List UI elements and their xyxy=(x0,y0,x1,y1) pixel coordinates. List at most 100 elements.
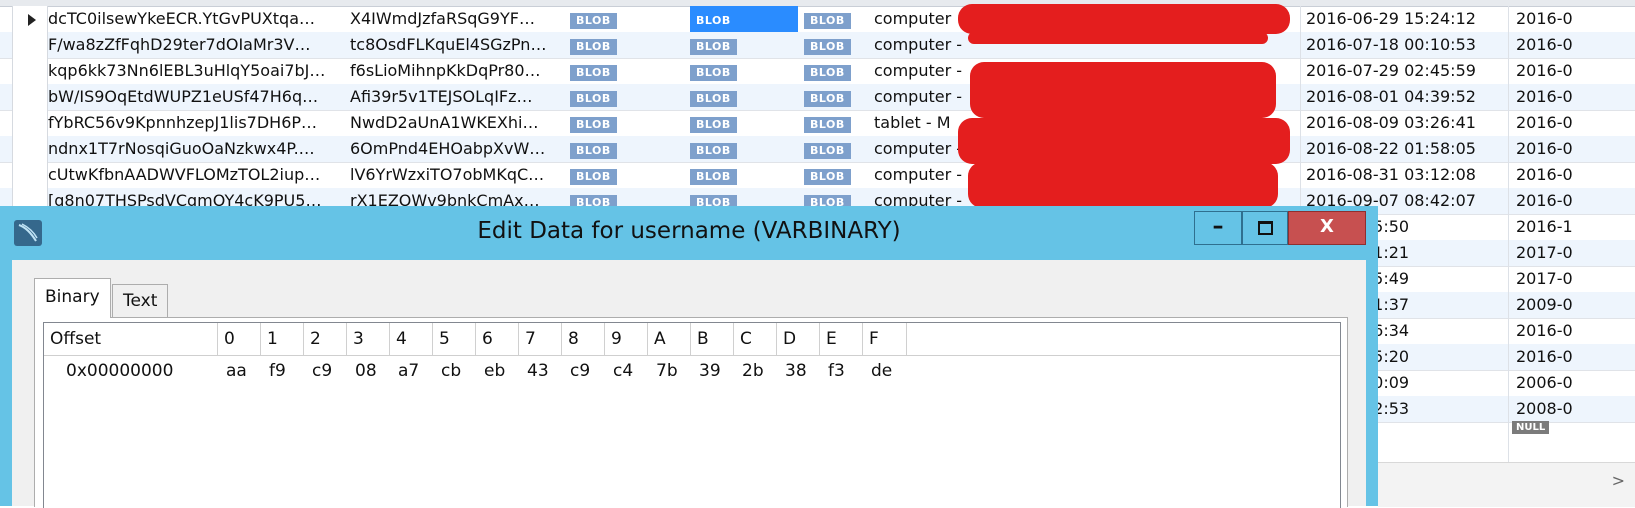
cell-date[interactable]: 2006-0 xyxy=(1516,370,1635,396)
row-indicator-cell[interactable] xyxy=(12,162,48,188)
table-row[interactable]: dcTC0ilsewYkeECR.YtGvPUXtqa… X4IWmdJzfaR… xyxy=(0,6,1635,33)
cell-date[interactable]: 2017-0 xyxy=(1516,266,1635,292)
row-indicator-cell[interactable] xyxy=(12,58,48,84)
blob-cell[interactable]: BLOB xyxy=(690,162,800,188)
cell-text[interactable]: Afi39r5v1TEJSOLqIFz… xyxy=(350,84,560,110)
table-row[interactable]: fYbRC56v9KpnnhzepJ1lis7DH6P… NwdD2aUnA1W… xyxy=(0,110,1635,137)
hex-byte[interactable]: 2b xyxy=(734,357,777,385)
cell-text[interactable]: NwdD2aUnA1WKEXhi… xyxy=(350,110,560,136)
cell-text[interactable]: dcTC0ilsewYkeECR.YtGvPUXtqa… xyxy=(48,6,338,32)
cell-date[interactable]: 2008-0 xyxy=(1516,396,1635,422)
blob-cell[interactable]: BLOB xyxy=(570,162,680,188)
hex-editor[interactable]: Offset 0 1 2 3 4 5 6 7 8 9 A B C D E F 0… xyxy=(43,322,1341,508)
cell-date[interactable]: 2016-07-29 02:45:59 xyxy=(1306,58,1506,84)
close-button[interactable]: X xyxy=(1288,211,1366,245)
hex-byte[interactable]: 7b xyxy=(648,357,691,385)
edit-data-dialog[interactable]: Edit Data for username (VARBINARY) – X B… xyxy=(0,206,1378,508)
cell-text[interactable]: kqp6kk73Nn6lEBL3uHlqY5oai7bJ… xyxy=(48,58,338,84)
blob-cell[interactable]: BLOB xyxy=(804,84,864,110)
hex-byte[interactable]: a7 xyxy=(390,357,433,385)
horizontal-scrollbar[interactable]: > xyxy=(1378,462,1635,507)
cell-date[interactable]: 2016-08-31 03:12:08 xyxy=(1306,162,1506,188)
cell-date[interactable]: 2016-0 xyxy=(1516,162,1635,188)
blob-cell[interactable]: BLOB xyxy=(804,136,864,162)
minimize-button[interactable]: – xyxy=(1194,211,1242,245)
blob-cell[interactable]: BLOB xyxy=(690,84,800,110)
table-row[interactable]: cUtwKfbnAADWVFLOMzTOL2iup… lV6YrWzxiTO7o… xyxy=(0,162,1635,189)
cell-date[interactable]: 2016-0 xyxy=(1516,6,1635,32)
hex-byte[interactable]: 08 xyxy=(347,357,390,385)
table-row[interactable]: kqp6kk73Nn6lEBL3uHlqY5oai7bJ… f6sLioMihn… xyxy=(0,58,1635,85)
blob-cell[interactable]: BLOB xyxy=(804,110,864,136)
row-indicator-cell[interactable] xyxy=(12,84,48,110)
hex-byte[interactable]: c9 xyxy=(562,357,605,385)
cell-date[interactable]: 2009-0 xyxy=(1516,292,1635,318)
hex-byte[interactable]: eb xyxy=(476,357,519,385)
blob-cell[interactable]: BLOB xyxy=(690,58,800,84)
row-indicator-cell[interactable] xyxy=(12,6,48,32)
hex-byte[interactable]: 43 xyxy=(519,357,562,385)
cell-date[interactable]: 2016-08-01 04:39:52 xyxy=(1306,84,1506,110)
cell-text[interactable]: fYbRC56v9KpnnhzepJ1lis7DH6P… xyxy=(48,110,338,136)
row-indicator-cell[interactable] xyxy=(12,110,48,136)
cell-date[interactable]: 2016-0 xyxy=(1516,58,1635,84)
row-indicator-cell[interactable] xyxy=(12,32,48,58)
blob-cell[interactable]: BLOB xyxy=(570,110,680,136)
blob-cell-selected[interactable]: BLOB xyxy=(690,6,800,32)
cell-date[interactable]: 2017-0 xyxy=(1516,240,1635,266)
cell-text[interactable]: cUtwKfbnAADWVFLOMzTOL2iup… xyxy=(48,162,338,188)
cell-text[interactable]: tc8OsdFLKquEl4SGzPn… xyxy=(350,32,560,58)
cell-text[interactable]: 6OmPnd4EHOabpXvW… xyxy=(350,136,560,162)
hex-byte[interactable]: 39 xyxy=(691,357,734,385)
cell-date[interactable]: 2016-08-09 03:26:41 xyxy=(1306,110,1506,136)
table-row[interactable]: bW/IS9OqEtdWUPZ1eUSf47H6q… Afi39r5v1TEJS… xyxy=(0,84,1635,111)
hex-data-row[interactable]: 0x00000000 aa f9 c9 08 a7 cb eb 43 c9 c4… xyxy=(44,357,1340,385)
cell-date[interactable]: 2016-07-18 00:10:53 xyxy=(1306,32,1506,58)
row-indicator-cell[interactable] xyxy=(12,136,48,162)
hex-header-col: 4 xyxy=(390,323,433,355)
maximize-button[interactable] xyxy=(1242,211,1288,245)
cell-date[interactable]: 2016-0 xyxy=(1516,32,1635,58)
cell-date[interactable]: 2016-0 xyxy=(1516,110,1635,136)
blob-cell[interactable]: BLOB xyxy=(804,32,864,58)
cell-text[interactable]: bW/IS9OqEtdWUPZ1eUSf47H6q… xyxy=(48,84,338,110)
hex-byte[interactable]: cb xyxy=(433,357,476,385)
blob-cell[interactable]: BLOB xyxy=(804,162,864,188)
cell-date[interactable]: 2016-0 xyxy=(1516,84,1635,110)
blob-cell[interactable]: BLOB xyxy=(570,136,680,162)
tab-binary[interactable]: Binary xyxy=(34,278,111,318)
blob-cell[interactable]: BLOB xyxy=(690,32,800,58)
cell-date[interactable]: 2016-0 xyxy=(1516,188,1635,214)
cell-text[interactable]: F/wa8zZfFqhD29ter7dOIaMr3V… xyxy=(48,32,338,58)
cell-date[interactable]: 2016-1 xyxy=(1516,214,1635,240)
table-row[interactable]: F/wa8zZfFqhD29ter7dOIaMr3V… tc8OsdFLKquE… xyxy=(0,32,1635,59)
dialog-title-bar[interactable]: Edit Data for username (VARBINARY) – X xyxy=(0,206,1378,260)
blob-cell[interactable]: BLOB xyxy=(804,6,864,32)
cell-date[interactable]: 2016-0 xyxy=(1516,318,1635,344)
blob-cell[interactable]: BLOB xyxy=(570,58,680,84)
blob-cell[interactable]: BLOB xyxy=(804,58,864,84)
hex-byte[interactable]: de xyxy=(863,357,907,385)
cell-date[interactable]: 2016-0 xyxy=(1516,136,1635,162)
cell-date[interactable]: 2016-08-22 01:58:05 xyxy=(1306,136,1506,162)
blob-cell[interactable]: BLOB xyxy=(690,136,800,162)
hex-byte[interactable]: aa xyxy=(218,357,261,385)
hex-byte[interactable]: f9 xyxy=(261,357,304,385)
hex-byte[interactable]: 38 xyxy=(777,357,820,385)
cell-text[interactable]: X4IWmdJzfaRSqG9YF… xyxy=(350,6,560,32)
blob-cell[interactable]: BLOB xyxy=(570,6,680,32)
cell-text[interactable]: f6sLioMihnpKkDqPr80… xyxy=(350,58,560,84)
blob-cell[interactable]: BLOB xyxy=(570,32,680,58)
cell-text[interactable]: lV6YrWzxiTO7obMKqC… xyxy=(350,162,560,188)
cell-date[interactable]: 2016-0 xyxy=(1516,344,1635,370)
scroll-right-icon[interactable]: > xyxy=(1612,471,1625,490)
blob-cell[interactable]: BLOB xyxy=(690,110,800,136)
tab-text[interactable]: Text xyxy=(112,284,169,318)
cell-date[interactable]: 2016-06-29 15:24:12 xyxy=(1306,6,1506,32)
hex-byte[interactable]: c9 xyxy=(304,357,347,385)
cell-text[interactable]: ndnx1T7rNosqiGuoOaNzkwx4P.… xyxy=(48,136,338,162)
hex-byte[interactable]: c4 xyxy=(605,357,648,385)
hex-byte[interactable]: f3 xyxy=(820,357,863,385)
table-row[interactable]: ndnx1T7rNosqiGuoOaNzkwx4P.… 6OmPnd4EHOab… xyxy=(0,136,1635,163)
blob-cell[interactable]: BLOB xyxy=(570,84,680,110)
